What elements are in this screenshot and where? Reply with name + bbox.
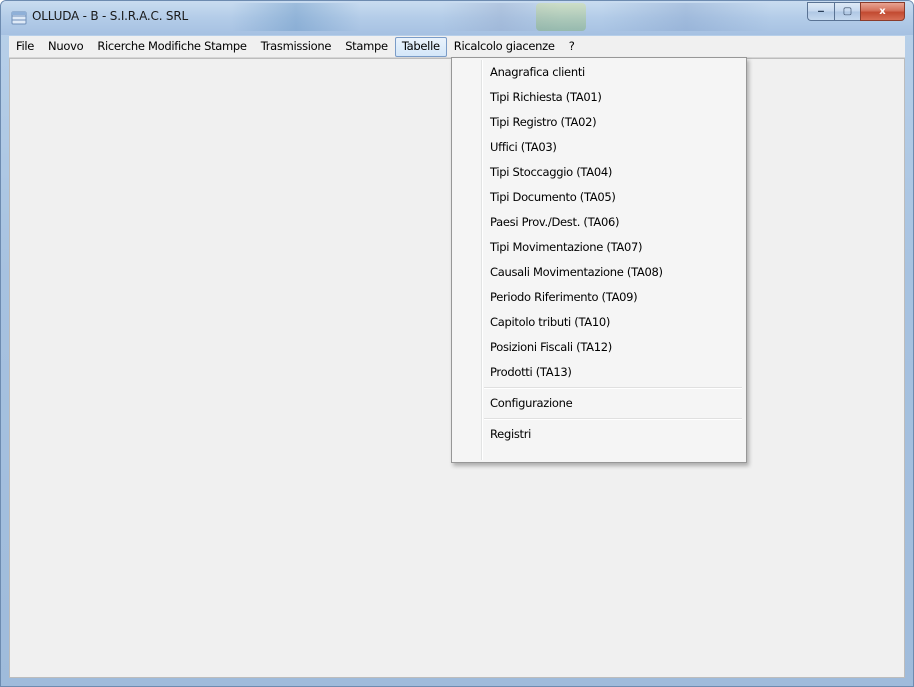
menu-item-uffici[interactable]: Uffici (TA03) <box>454 135 744 160</box>
title-bar[interactable]: OLLUDA - B - S.I.R.A.C. SRL ‒ ▢ x <box>1 1 913 35</box>
menu-file[interactable]: File <box>9 37 41 57</box>
maximize-icon: ▢ <box>842 6 853 17</box>
menu-item-tipi-documento[interactable]: Tipi Documento (TA05) <box>454 185 744 210</box>
menu-help[interactable]: ? <box>562 37 582 57</box>
close-button[interactable]: x <box>860 2 905 21</box>
maximize-button[interactable]: ▢ <box>834 2 860 21</box>
minimize-button[interactable]: ‒ <box>807 2 834 21</box>
menu-ricerche-modifiche-stampe[interactable]: Ricerche Modifiche Stampe <box>90 37 253 57</box>
title-bar-glass-reflection <box>231 3 361 31</box>
menu-item-prodotti[interactable]: Prodotti (TA13) <box>454 360 744 385</box>
close-icon: x <box>879 6 886 17</box>
menu-item-anagrafica-clienti[interactable]: Anagrafica clienti <box>454 60 744 85</box>
menu-bar: File Nuovo Ricerche Modifiche Stampe Tra… <box>9 36 905 58</box>
menu-tabelle[interactable]: Tabelle <box>394 36 447 57</box>
menu-item-posizioni-fiscali[interactable]: Posizioni Fiscali (TA12) <box>454 335 744 360</box>
menu-item-registri[interactable]: Registri <box>454 422 744 447</box>
menu-ricalcolo-giacenze[interactable]: Ricalcolo giacenze <box>447 37 562 57</box>
menu-item-causali-movimentazione[interactable]: Causali Movimentazione (TA08) <box>454 260 744 285</box>
menu-item-configurazione[interactable]: Configurazione <box>454 391 744 416</box>
title-bar-glass-reflection <box>601 3 771 31</box>
menu-trasmissione[interactable]: Trasmissione <box>254 37 338 57</box>
menu-stampe[interactable]: Stampe <box>338 37 395 57</box>
menu-item-tipi-stoccaggio[interactable]: Tipi Stoccaggio (TA04) <box>454 160 744 185</box>
application-window: OLLUDA - B - S.I.R.A.C. SRL ‒ ▢ x File N… <box>0 0 914 687</box>
database-icon <box>11 11 27 25</box>
menu-item-periodo-riferimento[interactable]: Periodo Riferimento (TA09) <box>454 285 744 310</box>
caption-buttons: ‒ ▢ x <box>807 2 905 22</box>
menu-item-paesi-prov-dest[interactable]: Paesi Prov./Dest. (TA06) <box>454 210 744 235</box>
window-title: OLLUDA - B - S.I.R.A.C. SRL <box>32 9 188 23</box>
menu-nuovo[interactable]: Nuovo <box>41 37 90 57</box>
menu-item-tipi-richiesta[interactable]: Tipi Richiesta (TA01) <box>454 85 744 110</box>
menu-item-tipi-registro[interactable]: Tipi Registro (TA02) <box>454 110 744 135</box>
title-bar-glass-reflection <box>536 3 586 31</box>
menu-item-tipi-movimentazione[interactable]: Tipi Movimentazione (TA07) <box>454 235 744 260</box>
menu-item-capitolo-tributi[interactable]: Capitolo tributi (TA10) <box>454 310 744 335</box>
minimize-icon: ‒ <box>817 6 825 17</box>
tabelle-dropdown-menu: Anagrafica clienti Tipi Richiesta (TA01)… <box>451 57 747 463</box>
